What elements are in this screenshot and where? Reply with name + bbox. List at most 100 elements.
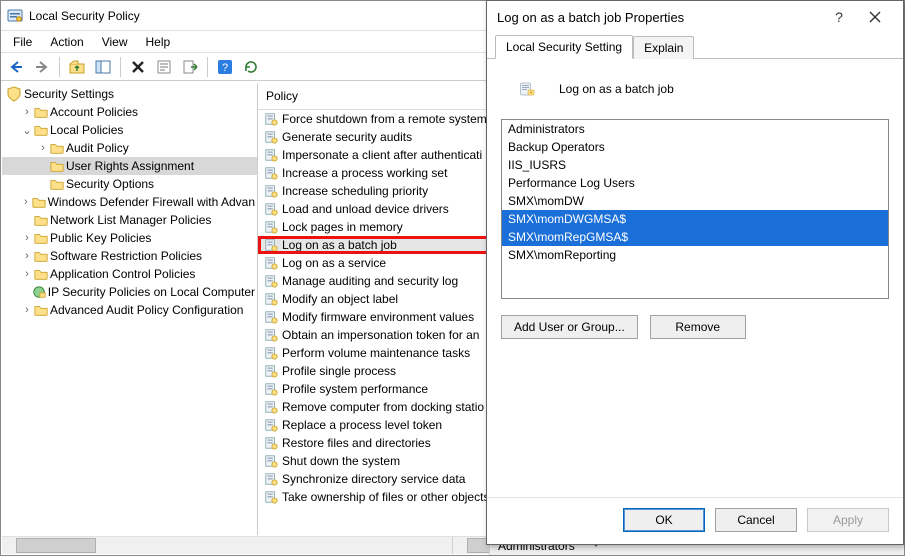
policy-item-icon	[264, 490, 278, 504]
tree-item[interactable]: Network List Manager Policies	[2, 211, 257, 229]
tree-item-label: Security Options	[64, 177, 156, 191]
chevron-right-icon[interactable]: ›	[20, 106, 34, 118]
policy-item-icon	[264, 130, 278, 144]
nav-forward-button[interactable]	[31, 56, 53, 78]
folder-icon	[34, 303, 48, 317]
policy-row-label: Modify an object label	[278, 292, 398, 306]
policy-row-label: Load and unload device drivers	[278, 202, 449, 216]
chevron-right-icon[interactable]: ›	[20, 250, 34, 262]
folder-icon	[34, 123, 48, 137]
principals-listbox[interactable]: AdministratorsBackup OperatorsIIS_IUSRSP…	[501, 119, 889, 299]
policy-item-icon	[264, 112, 278, 126]
export-button[interactable]	[179, 56, 201, 78]
toolbar-separator	[207, 57, 208, 77]
principal-item[interactable]: Backup Operators	[502, 138, 888, 156]
help-icon: ?	[217, 59, 233, 75]
help-button[interactable]: ?	[214, 56, 236, 78]
tree-item[interactable]: User Rights Assignment	[2, 157, 257, 175]
policy-row-label: Impersonate a client after authenticati	[278, 148, 482, 162]
up-button[interactable]	[66, 56, 88, 78]
tree-pane[interactable]: Security Settings › Account Policies ⌄ Loca…	[2, 83, 258, 535]
cancel-button[interactable]: Cancel	[715, 508, 797, 532]
dialog-close-button[interactable]	[857, 3, 893, 31]
policy-item-icon	[264, 292, 278, 306]
remove-button[interactable]: Remove	[650, 315, 746, 339]
tree-item[interactable]: ›Advanced Audit Policy Configuration	[2, 301, 257, 319]
policy-row-label: Perform volume maintenance tasks	[278, 346, 470, 360]
add-user-or-group-button[interactable]: Add User or Group...	[501, 315, 638, 339]
policy-row-label: Log on as a service	[278, 256, 386, 270]
show-hide-tree-button[interactable]	[92, 56, 114, 78]
tree-item[interactable]: › Public Key Policies	[2, 229, 257, 247]
panes-icon	[95, 59, 111, 75]
toolbar-separator	[59, 57, 60, 77]
folder-icon	[34, 231, 48, 245]
shield-icon	[6, 86, 22, 102]
principal-item[interactable]: SMX\momRepGMSA$	[502, 228, 888, 246]
tree-item-label: Account Policies	[48, 105, 140, 119]
principal-item[interactable]: SMX\momDWGMSA$	[502, 210, 888, 228]
chevron-right-icon[interactable]: ›	[20, 232, 34, 244]
principal-item[interactable]: Performance Log Users	[502, 174, 888, 192]
delete-button[interactable]	[127, 56, 149, 78]
tree-item[interactable]: ⌄ Local Policies	[2, 121, 257, 139]
chevron-down-icon[interactable]: ⌄	[20, 124, 34, 137]
apply-button[interactable]: Apply	[807, 508, 889, 532]
dialog-heading: Log on as a batch job	[501, 73, 889, 105]
ok-button[interactable]: OK	[623, 508, 705, 532]
tree-item[interactable]: IP Security Policies on Local Computer	[2, 283, 257, 301]
tree: Security Settings › Account Policies ⌄ Loca…	[2, 83, 257, 329]
principal-item[interactable]: IIS_IUSRS	[502, 156, 888, 174]
chevron-right-icon[interactable]: ›	[20, 268, 34, 280]
policy-icon	[511, 73, 543, 105]
policy-item-icon	[264, 382, 278, 396]
policy-row-label: Log on as a batch job	[278, 238, 397, 252]
tree-item[interactable]: ›Windows Defender Firewall with Advan	[2, 193, 257, 211]
tree-item-label: Audit Policy	[64, 141, 131, 155]
tree-item[interactable]: › Account Policies	[2, 103, 257, 121]
policy-item-icon	[264, 364, 278, 378]
policy-row-label: Increase scheduling priority	[278, 184, 428, 198]
tree-item[interactable]: ›Software Restriction Policies	[2, 247, 257, 265]
policy-item-icon	[264, 436, 278, 450]
dialog-action-row: Add User or Group... Remove	[501, 313, 889, 339]
tree-item[interactable]: ›Application Control Policies	[2, 265, 257, 283]
menu-help[interactable]: Help	[138, 33, 179, 51]
tree-item-label: IP Security Policies on Local Computer	[46, 285, 257, 299]
tree-item[interactable]: › Audit Policy	[2, 139, 257, 157]
principal-item[interactable]: SMX\momReporting	[502, 246, 888, 264]
properties-button[interactable]	[153, 56, 175, 78]
properties-icon	[156, 59, 172, 75]
principal-item[interactable]: SMX\momDW	[502, 192, 888, 210]
policy-row-label: Obtain an impersonation token for an	[278, 328, 479, 342]
tree-item[interactable]: Security Options	[2, 175, 257, 193]
ipsec-icon	[32, 285, 46, 299]
menu-view[interactable]: View	[94, 33, 136, 51]
policy-row-label: Synchronize directory service data	[278, 472, 465, 486]
chevron-right-icon[interactable]: ›	[20, 304, 34, 316]
menu-file[interactable]: File	[5, 33, 40, 51]
tab-explain[interactable]: Explain	[633, 36, 694, 59]
app-icon	[7, 8, 23, 24]
tree-root[interactable]: Security Settings	[2, 85, 257, 103]
principal-item[interactable]: Administrators	[502, 120, 888, 138]
tree-item-label: Public Key Policies	[48, 231, 153, 245]
dialog-help-button[interactable]: ?	[821, 3, 857, 31]
policy-row-label: Restore files and directories	[278, 436, 431, 450]
folder-up-icon	[69, 59, 85, 75]
menu-action[interactable]: Action	[42, 33, 91, 51]
chevron-right-icon[interactable]: ›	[36, 142, 50, 154]
tab-local-security-setting[interactable]: Local Security Setting	[495, 35, 633, 59]
tabstrip: Local Security Setting Explain	[487, 33, 903, 59]
folder-icon	[34, 249, 48, 263]
refresh-button[interactable]	[240, 56, 262, 78]
toolbar-separator	[120, 57, 121, 77]
folder-icon	[34, 105, 48, 119]
policy-item-icon	[264, 202, 278, 216]
chevron-right-icon[interactable]: ›	[20, 196, 32, 208]
policy-row-label: Shut down the system	[278, 454, 400, 468]
dialog-body: Log on as a batch job AdministratorsBack…	[487, 59, 903, 497]
nav-back-button[interactable]	[5, 56, 27, 78]
tree-item-label: Local Policies	[48, 123, 125, 137]
policy-item-icon	[264, 454, 278, 468]
